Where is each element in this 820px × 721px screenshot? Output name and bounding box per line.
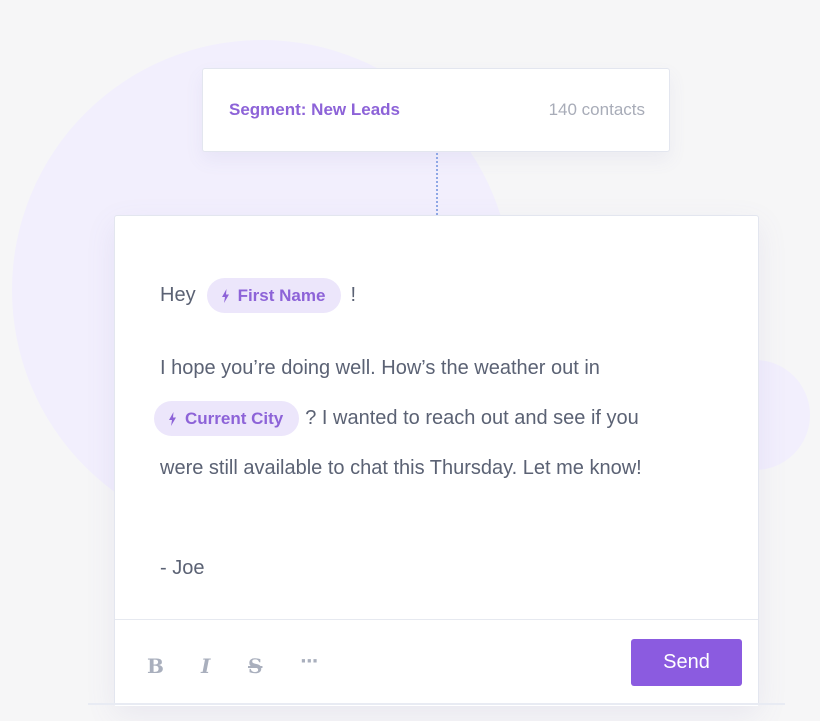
- body-text-line-3: were still available to chat this Thursd…: [160, 456, 642, 479]
- bottom-divider: [88, 703, 785, 705]
- email-composer: Hey First Name ! I hope you’re doing wel…: [114, 215, 759, 706]
- bolt-icon: [221, 288, 229, 303]
- greeting-line: Hey First Name !: [160, 278, 356, 313]
- current-city-token[interactable]: Current City: [154, 401, 300, 436]
- greeting-suffix: !: [350, 284, 357, 306]
- current-city-token-label: Current City: [185, 408, 284, 428]
- segment-label: Segment: New Leads: [229, 100, 400, 119]
- strikethrough-button[interactable]: S: [248, 654, 262, 678]
- formatting-toolbar: B I S ··· Send: [115, 619, 758, 706]
- send-button[interactable]: Send: [631, 639, 742, 686]
- body-line-1: I hope you’re doing well. How’s the weat…: [160, 354, 600, 382]
- first-name-token-label: First Name: [237, 285, 326, 305]
- bolt-icon: [169, 411, 176, 426]
- body-text-line-1: I hope you’re doing well. How’s the weat…: [160, 356, 600, 379]
- more-options-button[interactable]: ···: [300, 651, 318, 672]
- signature: - Joe: [160, 556, 205, 579]
- first-name-token[interactable]: First Name: [206, 278, 342, 313]
- signature-line: - Joe: [160, 554, 204, 582]
- segment-card[interactable]: Segment: New Leads 140 contacts: [202, 68, 670, 152]
- segment-contact-count: 140 contacts: [548, 100, 645, 119]
- connector-line: [436, 153, 438, 215]
- bold-button[interactable]: B: [147, 654, 164, 678]
- body-line-2: Current City ? I wanted to reach out and…: [154, 401, 639, 436]
- body-text-line-2: ? I wanted to reach out and see if you: [305, 407, 639, 429]
- greeting-prefix: Hey: [160, 284, 196, 306]
- body-line-3: were still available to chat this Thursd…: [160, 454, 642, 482]
- italic-button[interactable]: I: [201, 654, 210, 678]
